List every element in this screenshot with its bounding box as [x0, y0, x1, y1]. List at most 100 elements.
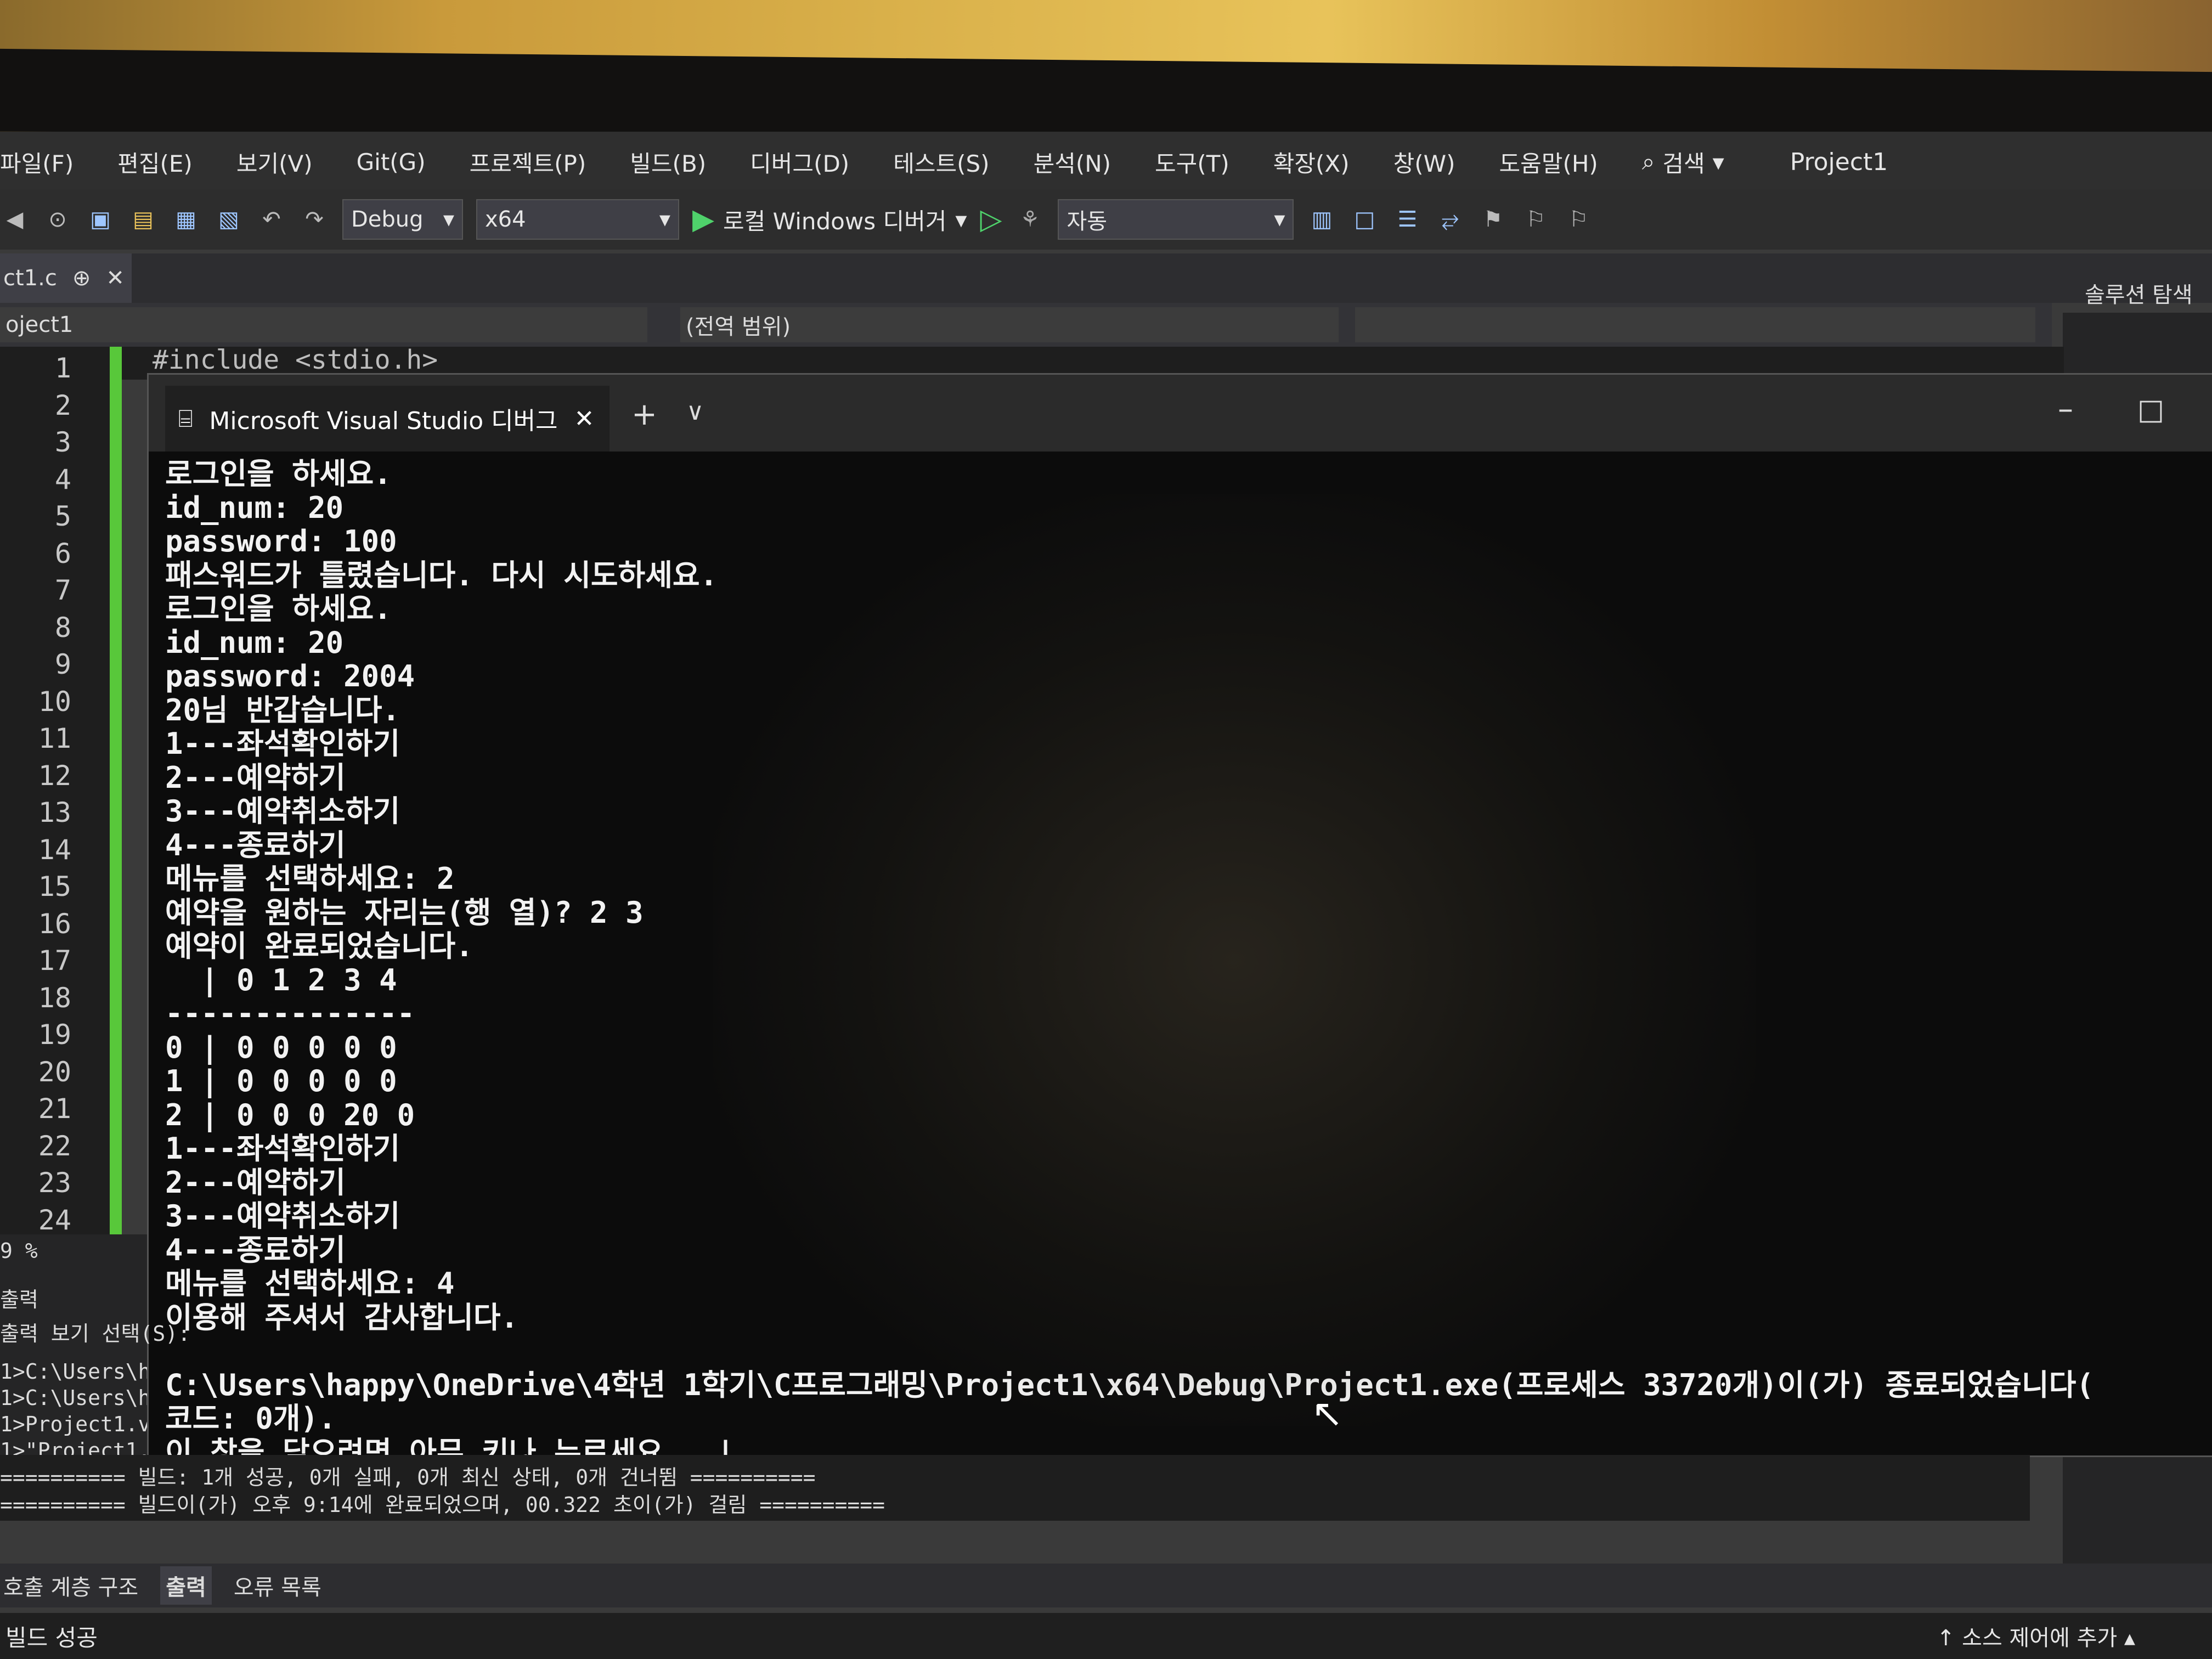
bookmark-next-icon[interactable]: ⚐ [1564, 205, 1593, 234]
scope-dropdown-value: (전역 범위) [686, 314, 791, 340]
line-number: 24 [38, 1204, 71, 1236]
line-number: 3 [54, 426, 71, 458]
play-icon: ▶ [692, 203, 714, 236]
maximize-icon[interactable]: □ [2137, 393, 2164, 426]
menu-git[interactable]: Git(G) [357, 149, 426, 176]
close-icon[interactable]: ✕ [106, 266, 125, 291]
undo-icon[interactable]: ↶ [257, 205, 286, 234]
tab-call-hierarchy[interactable]: 호출 계층 구조 [3, 1570, 138, 1601]
menu-test[interactable]: 테스트(S) [893, 145, 989, 179]
output-panel: 9 % 출력 출력 보기 선택(S): 1>C:\Users\happy 1>C… [0, 1234, 190, 1465]
terminal-icon: ⌸ [178, 404, 193, 433]
line-number: 17 [38, 945, 71, 977]
console-tab-title: Microsoft Visual Studio 디버그 [209, 407, 558, 435]
zoom-level[interactable]: 9 % [0, 1239, 38, 1263]
open-folder-icon[interactable]: ▤ [128, 205, 158, 234]
line-number: 10 [38, 685, 71, 718]
save-icon[interactable]: ▦ [171, 205, 201, 234]
bottom-tab-row: 호출 계층 구조 출력 오류 목록 [0, 1564, 2212, 1607]
project-dropdown-value: oject1 [5, 312, 74, 337]
line-number: 15 [38, 871, 71, 902]
scope-dropdown[interactable]: (전역 범위) [680, 307, 1339, 342]
forward-icon[interactable]: ⊙ [43, 205, 72, 234]
platform-value: x64 [485, 207, 526, 232]
close-icon[interactable]: ✕ [574, 405, 595, 433]
project-dropdown[interactable]: oject1 [0, 307, 647, 342]
source-control-button[interactable]: ↑ 소스 제어에 추가 ▴ [1937, 1620, 2135, 1652]
menu-view[interactable]: 보기(V) [236, 145, 313, 179]
code-first-line: #include <stdio.h> [153, 345, 438, 375]
run-debugger-button[interactable]: ▶ 로컬 Windows 디버거 ▾ [692, 203, 967, 236]
auto-dropdown[interactable]: 자동 ▾ [1058, 199, 1294, 240]
chevron-down-icon: ▾ [955, 206, 967, 233]
line-number: 2 [54, 389, 71, 421]
member-dropdown[interactable] [1355, 307, 2035, 342]
mouse-cursor-icon: ↖ [1311, 1391, 1344, 1436]
output-line: 1>C:\Users\happy [0, 1386, 147, 1410]
platform-dropdown[interactable]: x64 ▾ [476, 199, 679, 240]
line-number: 14 [38, 833, 71, 866]
tab-error-list[interactable]: 오류 목록 [234, 1570, 321, 1601]
chevron-down-icon: ▾ [1274, 207, 1285, 232]
line-number: 1 [54, 352, 71, 384]
console-line: 로그인을 하세요. [165, 456, 392, 491]
output-title: 출력 [0, 1288, 38, 1312]
menu-window[interactable]: 창(W) [1393, 145, 1455, 179]
minimize-icon[interactable]: – [2058, 391, 2073, 427]
line-number: 8 [54, 611, 71, 644]
menu-project[interactable]: 프로젝트(P) [470, 145, 586, 179]
line-number: 20 [38, 1056, 71, 1088]
menu-extensions[interactable]: 확장(X) [1273, 145, 1350, 179]
auto-value: 자동 [1066, 209, 1108, 234]
source-control-label: 소스 제어에 추가 [1962, 1626, 2118, 1651]
menu-debug[interactable]: 디버그(D) [750, 145, 849, 179]
menu-edit[interactable]: 편집(E) [117, 145, 193, 179]
line-number: 16 [38, 907, 71, 940]
pin-icon[interactable]: ⊕ [72, 266, 91, 291]
line-number: 9 [54, 648, 71, 680]
console-tab[interactable]: ⌸ Microsoft Visual Studio 디버그 ✕ [165, 386, 610, 452]
menu-build[interactable]: 빌드(B) [630, 145, 706, 179]
menu-analyze[interactable]: 분석(N) [1034, 145, 1111, 179]
tab-output[interactable]: 출력 [160, 1566, 212, 1605]
toolbar: ◀ ⊙ ▣ ▤ ▦ ▧ ↶ ↷ Debug ▾ x64 ▾ ▶ 로컬 Windo… [0, 189, 2212, 250]
screen-reflection [713, 494, 1756, 1426]
search-box[interactable]: ⌕ 검색 ▾ [1642, 145, 1724, 179]
output-line: 1>Project1.vcxpr [0, 1412, 147, 1436]
line-number: 19 [38, 1019, 71, 1051]
configuration-dropdown[interactable]: Debug ▾ [342, 199, 463, 240]
step-icon[interactable]: ⥂ [1435, 205, 1465, 234]
chevron-down-icon[interactable]: ∨ [686, 398, 704, 426]
start-without-debugging-icon[interactable]: ▷ [980, 203, 1002, 236]
line-number: 21 [38, 1093, 71, 1125]
line-number: 13 [38, 797, 71, 828]
line-number: 22 [38, 1130, 71, 1162]
bookmark-prev-icon[interactable]: ⚐ [1521, 205, 1550, 234]
configuration-value: Debug [351, 207, 424, 232]
new-project-icon[interactable]: ▣ [86, 205, 115, 234]
build-output: ========== 빌드: 1개 성공, 0개 실패, 0개 최신 상태, 0… [0, 1455, 2030, 1521]
menu-tools[interactable]: 도구(T) [1155, 145, 1229, 179]
chevron-down-icon: ▾ [1712, 148, 1724, 176]
redo-icon[interactable]: ↷ [300, 205, 329, 234]
run-label: 로컬 Windows 디버거 [723, 207, 947, 235]
list-icon[interactable]: ☰ [1392, 205, 1422, 234]
menu-help[interactable]: 도움말(H) [1499, 145, 1598, 179]
window-icon[interactable]: □ [1350, 205, 1379, 234]
hot-reload-icon[interactable]: ⚘ [1015, 205, 1045, 234]
status-text: 빌드 성공 [5, 1624, 98, 1651]
browse-icon[interactable]: ▥ [1307, 205, 1336, 234]
line-number: 23 [38, 1167, 71, 1199]
build-time: ========== 빌드이(가) 오후 9:14에 완료되었으며, 00.32… [0, 1493, 885, 1517]
line-number-gutter: 1 2 3 4 5 6 7 8 9 10 11 12 13 14 15 16 17 18 19 20 21 22 23 24 [0, 347, 110, 1236]
save-all-icon[interactable]: ▧ [214, 205, 244, 234]
back-icon[interactable]: ◀ [0, 205, 30, 234]
output-source-label: 출력 보기 선택(S): [0, 1322, 191, 1346]
menu-file[interactable]: 파일(F) [0, 145, 74, 179]
new-tab-icon[interactable]: + [631, 397, 657, 432]
search-label: 검색 [1662, 150, 1705, 177]
line-number: 6 [54, 537, 71, 569]
document-tab[interactable]: ct1.c ⊕ ✕ [0, 253, 132, 303]
output-line: 1>C:\Users\happy [0, 1359, 147, 1384]
bookmark-icon[interactable]: ⚑ [1478, 205, 1508, 234]
